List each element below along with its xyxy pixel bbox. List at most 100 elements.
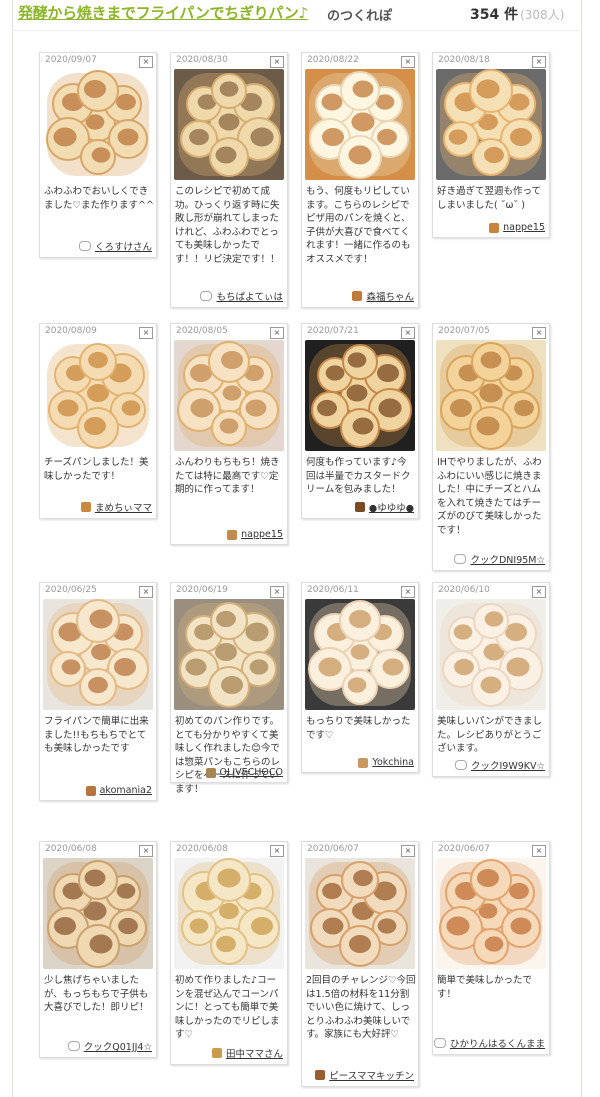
tsukurepo-card[interactable]: 2020/07/21 × 何度も作っています♪今回は半量でカスタードクリームを包みま… bbox=[301, 323, 419, 519]
card-comment: IHでやりましたが、ふわふわにいい感じに焼きました！中にチーズとハムを入れて焼き… bbox=[437, 457, 542, 536]
chat-icon bbox=[200, 291, 213, 301]
card-photo[interactable] bbox=[436, 69, 546, 180]
card-author-link[interactable]: nappe15 bbox=[489, 222, 545, 233]
card-author-link[interactable]: akomania2 bbox=[85, 785, 152, 796]
avatar-icon bbox=[85, 785, 96, 796]
card-author-link[interactable]: クックQ01JJ4☆ bbox=[67, 1039, 152, 1053]
card-date: 2020/08/22 bbox=[307, 55, 359, 65]
card-author-name[interactable]: 田中ママさん bbox=[226, 1046, 283, 1060]
tsukurepo-card[interactable]: 2020/06/11 × もっちりで美味しかったです♡ Yokchina bbox=[301, 582, 419, 773]
card-author-name[interactable]: ●ゆゆゆ● bbox=[369, 500, 414, 514]
card-date: 2020/08/18 bbox=[438, 55, 490, 65]
card-author-name[interactable]: ピースママキッチン bbox=[329, 1068, 414, 1082]
close-icon[interactable]: × bbox=[139, 845, 153, 857]
card-photo[interactable] bbox=[174, 69, 284, 180]
tsukurepo-card[interactable]: 2020/08/05 × ふんわりもちもち！焼きたては特に最高です♡定期的に作ってま… bbox=[170, 323, 288, 545]
card-photo[interactable] bbox=[43, 69, 153, 180]
card-author-name[interactable]: クックI9W9KV☆ bbox=[471, 758, 545, 772]
card-photo[interactable] bbox=[43, 340, 153, 451]
people-count: (308人) bbox=[520, 8, 565, 22]
card-author-name[interactable]: クックQ01JJ4☆ bbox=[84, 1039, 152, 1053]
tsukurepo-card[interactable]: 2020/08/09 × チーズパンしました！美味しかったです！ まめちぃママ bbox=[39, 323, 157, 519]
card-photo[interactable] bbox=[174, 340, 284, 451]
card-photo[interactable] bbox=[305, 858, 415, 969]
close-icon[interactable]: × bbox=[532, 586, 546, 598]
card-photo[interactable] bbox=[174, 599, 284, 710]
card-photo[interactable] bbox=[43, 858, 153, 969]
card-author-link[interactable]: 森福ちゃん bbox=[352, 289, 414, 303]
card-author-link[interactable]: くろすけさん bbox=[78, 239, 152, 253]
card-date: 2020/06/08 bbox=[45, 844, 97, 854]
card-author-link[interactable]: 田中ママさん bbox=[211, 1046, 283, 1060]
card-photo[interactable] bbox=[305, 599, 415, 710]
tsukurepo-card[interactable]: 2020/06/08 × 初めて作りました♪コーンを混ぜ込んでコーンパンに！とっても… bbox=[170, 841, 288, 1065]
tsukurepo-card[interactable]: 2020/06/08 × 少し焦げちゃいましたが、もっちもちで子供も大喜びでした！即… bbox=[39, 841, 157, 1058]
tsukurepo-card[interactable]: 2020/06/07 × 2回目のチャレンジ♡今回は1.5倍の材料を11分割でいい色… bbox=[301, 841, 419, 1087]
card-author-name[interactable]: 森福ちゃん bbox=[366, 289, 414, 303]
card-photo[interactable] bbox=[436, 340, 546, 451]
close-icon[interactable]: × bbox=[139, 56, 153, 68]
tsukurepo-card[interactable]: 2020/06/10 × 美味しいパンができました。レシピありがとうございます。 クッ… bbox=[432, 582, 550, 777]
recipe-title-link[interactable]: 発酵から焼きまでフライパンでちぎりパン♪ bbox=[18, 2, 308, 23]
card-photo[interactable] bbox=[305, 69, 415, 180]
card-author-link[interactable]: Yokchina bbox=[358, 757, 414, 768]
close-icon[interactable]: × bbox=[270, 586, 284, 598]
close-icon[interactable]: × bbox=[270, 845, 284, 857]
tsukurepo-card[interactable]: 2020/08/22 × もう、何度もリピしています。こちらのレシピでピザ用のパンを… bbox=[301, 52, 419, 308]
tsukurepo-card[interactable]: 2020/06/19 × 初めてのパン作りです。とても分かりやすくて美味しく作れまし… bbox=[170, 582, 288, 795]
close-icon[interactable]: × bbox=[270, 56, 284, 68]
card-author-link[interactable]: ●ゆゆゆ● bbox=[354, 500, 414, 514]
tsukurepo-card[interactable]: 2020/07/05 × IHでやりましたが、ふわふわにいい感じに焼きました！中にチ… bbox=[432, 323, 550, 571]
tsukurepo-card[interactable]: 2020/09/07 × ふわふわでおいしくできました♡また作ります^^ くろすけさん bbox=[39, 52, 157, 258]
tsukurepo-card[interactable]: 2020/08/18 × 好き過ぎて翌週も作ってしまいました( ˘ω˘ ) nappe… bbox=[432, 52, 550, 238]
chat-icon bbox=[433, 1038, 446, 1048]
card-photo[interactable] bbox=[436, 599, 546, 710]
card-comment: 2回目のチャレンジ♡今回は1.5倍の材料を11分割でいい色に焼けて、しっとりふわ… bbox=[306, 975, 416, 1040]
chat-icon bbox=[67, 1041, 80, 1051]
card-author-name[interactable]: ひかりんはるくんまま bbox=[450, 1036, 545, 1050]
card-author-link[interactable]: ピースママキッチン bbox=[315, 1068, 414, 1082]
card-date: 2020/07/21 bbox=[307, 326, 359, 336]
card-author-name[interactable]: Yokchina bbox=[372, 757, 414, 768]
close-icon[interactable]: × bbox=[532, 845, 546, 857]
close-icon[interactable]: × bbox=[139, 327, 153, 339]
card-author-link[interactable]: まめちぃママ bbox=[80, 500, 152, 514]
tsukurepo-card[interactable]: 2020/06/25 × フライパンで簡単に出来ました!!もちもちでとても美味しかっ… bbox=[39, 582, 157, 801]
card-author-link[interactable]: OLIVECHOCO bbox=[205, 767, 283, 778]
avatar-icon bbox=[315, 1070, 326, 1080]
card-author-link[interactable]: クックDNI95M☆ bbox=[454, 552, 545, 566]
card-author-link[interactable]: クックI9W9KV☆ bbox=[454, 758, 545, 772]
close-icon[interactable]: × bbox=[401, 327, 415, 339]
close-icon[interactable]: × bbox=[401, 56, 415, 68]
close-icon[interactable]: × bbox=[401, 845, 415, 857]
card-photo[interactable] bbox=[305, 340, 415, 451]
card-photo[interactable] bbox=[174, 858, 284, 969]
card-author-link[interactable]: もちぱよてぃは bbox=[200, 289, 283, 303]
card-author-name[interactable]: OLIVECHOCO bbox=[220, 767, 283, 778]
card-photo[interactable] bbox=[436, 858, 546, 969]
card-date: 2020/06/07 bbox=[438, 844, 490, 854]
card-comment: 初めて作りました♪コーンを混ぜ込んでコーンパンに！とっても簡単で美味しかったので… bbox=[175, 975, 280, 1040]
close-icon[interactable]: × bbox=[139, 586, 153, 598]
card-photo[interactable] bbox=[43, 599, 153, 710]
card-author-name[interactable]: もちぱよてぃは bbox=[216, 289, 283, 303]
card-author-name[interactable]: クックDNI95M☆ bbox=[470, 552, 545, 566]
card-date: 2020/08/05 bbox=[176, 326, 228, 336]
card-comment: 好き過ぎて翌週も作ってしまいました( ˘ω˘ ) bbox=[437, 186, 542, 211]
close-icon[interactable]: × bbox=[532, 327, 546, 339]
card-author-name[interactable]: くろすけさん bbox=[95, 239, 152, 253]
close-icon[interactable]: × bbox=[401, 586, 415, 598]
avatar-icon bbox=[205, 767, 216, 778]
card-comment: ふわふわでおいしくできました♡また作ります^^ bbox=[44, 186, 154, 211]
close-icon[interactable]: × bbox=[270, 327, 284, 339]
tsukurepo-card[interactable]: 2020/08/30 × このレシピで初めて成功。ひっくり返す時に失敗し形が崩れてし… bbox=[170, 52, 288, 308]
card-author-name[interactable]: nappe15 bbox=[503, 222, 545, 233]
card-author-link[interactable]: ひかりんはるくんまま bbox=[433, 1036, 545, 1050]
close-icon[interactable]: × bbox=[532, 56, 546, 68]
card-author-name[interactable]: akomania2 bbox=[100, 785, 152, 796]
card-author-link[interactable]: nappe15 bbox=[227, 529, 283, 540]
card-comment: 初めてのパン作りです。とても分かりやすくて美味しく作れました😊今では惣菜パンもこ… bbox=[175, 716, 280, 795]
tsukurepo-card[interactable]: 2020/06/07 × 簡単で美味しかったです！ ひかりんはるくんまま bbox=[432, 841, 550, 1055]
card-author-name[interactable]: まめちぃママ bbox=[95, 500, 152, 514]
card-author-name[interactable]: nappe15 bbox=[241, 529, 283, 540]
